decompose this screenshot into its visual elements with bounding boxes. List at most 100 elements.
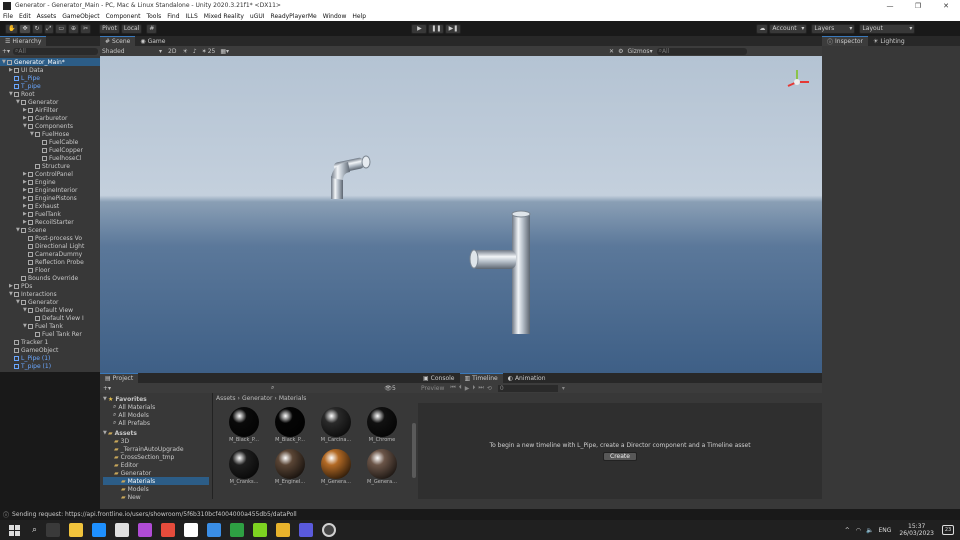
notification-button[interactable]: 23 [942,525,954,535]
taskbar-app-icon[interactable] [253,523,268,537]
audio-toggle-icon[interactable]: ♪ [193,48,197,55]
menu-edit[interactable]: Edit [19,13,31,20]
taskbar-app-icon[interactable] [138,523,153,537]
layers-dropdown[interactable]: Layers ▾ [811,23,856,34]
hierarchy-item[interactable]: ▶ RecoilStarter [0,218,100,226]
hierarchy-item[interactable]: ▼ Interactions [0,290,100,298]
maximize-button[interactable]: ❐ [904,2,932,10]
rotate-tool-icon[interactable]: ↻ [31,23,43,34]
hierarchy-item[interactable]: FuelCable [0,138,100,146]
taskbar-app-icon[interactable] [92,523,107,537]
transform-tool-icon[interactable]: ⊕ [68,23,80,34]
search-icon[interactable]: ⌕ [271,384,274,392]
l-pipe-model[interactable] [331,155,371,199]
hierarchy-item[interactable]: ▶ PDs [0,282,100,290]
material-asset[interactable]: M_Genera... [313,449,359,485]
gizmos-dropdown[interactable]: Gizmos [627,48,649,55]
wifi-icon[interactable]: ◠ [856,527,861,534]
hierarchy-item[interactable]: ▼ Generator_Main* [0,58,100,66]
close-button[interactable]: ✕ [932,2,960,10]
hierarchy-item[interactable]: CameraDummy [0,250,100,258]
taskbar-app-icon[interactable] [276,523,291,537]
hand-tool-icon[interactable]: ✋ [5,23,19,34]
menu-file[interactable]: File [3,13,13,20]
material-asset[interactable]: M_Carcina... [313,407,359,443]
hierarchy-item[interactable]: ▶ Engine [0,178,100,186]
hierarchy-item[interactable]: L_Pipe (1) [0,354,100,362]
hierarchy-item[interactable]: Reflection Probe [0,258,100,266]
scale-tool-icon[interactable]: ⤢ [43,23,55,34]
tab-hierarchy[interactable]: ☰ Hierarchy [0,36,47,46]
hierarchy-item[interactable]: Post-process Vo [0,234,100,242]
add-icon[interactable]: +▾ [2,48,10,55]
next-frame-icon[interactable]: ⏵ [472,384,475,392]
layout-dropdown[interactable]: Layout ▾ [859,23,916,34]
favorites-header[interactable]: ▼ ★ Favorites [103,395,209,403]
account-dropdown[interactable]: Account ▾ [769,23,808,34]
hierarchy-item[interactable]: ▼ Root [0,90,100,98]
tab-console[interactable]: ▣ Console [418,373,460,383]
menu-tools[interactable]: Tools [146,13,161,20]
hierarchy-item[interactable]: ▶ EngineInterior [0,186,100,194]
menu-assets[interactable]: Assets [37,13,57,20]
hierarchy-item[interactable]: ▼ Generator [0,298,100,306]
folder-item[interactable]: ▰ _TerrainAutoUpgrade [103,445,209,453]
taskbar-app-icon[interactable] [115,523,130,537]
hierarchy-item[interactable]: ▼ Fuel Tank [0,322,100,330]
folder-item[interactable]: ▰ New [103,493,209,500]
hierarchy-item[interactable]: L_Pipe [0,74,100,82]
camera-settings-icon[interactable]: ⚙ [618,48,623,55]
hierarchy-item[interactable]: Tracker 1 [0,338,100,346]
custom-tool-icon[interactable]: ✂ [80,23,92,34]
hierarchy-item[interactable]: T_pipe (1) [0,362,100,370]
orientation-gizmo[interactable] [787,70,809,87]
hierarchy-item[interactable]: FuelCopper [0,146,100,154]
tab-animation[interactable]: ◐ Animation [502,373,551,383]
hierarchy-item[interactable]: Structure [0,162,100,170]
material-asset[interactable]: M_Cranks... [221,449,267,485]
breadcrumb-assets[interactable]: Assets [216,395,236,402]
language-indicator[interactable]: ENG [878,527,891,534]
prev-frame-icon[interactable]: ⏴ [459,384,462,392]
grid-toggle-icon[interactable]: ▦▾ [220,48,229,55]
menu-ugui[interactable]: uGUI [250,13,265,20]
material-asset[interactable]: M_EngineI... [267,449,313,485]
last-frame-icon[interactable]: ⏭ [478,384,483,392]
effects-toggle-icon[interactable]: ✶ [202,48,207,55]
hierarchy-item[interactable]: ▶ FuelTank [0,210,100,218]
minimize-button[interactable]: — [876,2,904,10]
taskbar-app-icon[interactable] [207,523,222,537]
folder-item[interactable]: ▰ Generator [103,469,209,477]
shading-dropdown[interactable]: Shaded ▾ [102,48,162,55]
hierarchy-item[interactable]: ▼ Components [0,122,100,130]
lighting-toggle-icon[interactable]: ☀ [182,48,187,55]
scene-viewport[interactable] [100,56,822,373]
project-scrollbar[interactable] [412,423,416,478]
menu-help[interactable]: Help [352,13,366,20]
taskbar-app-icon[interactable] [69,523,84,537]
taskbar-app-icon[interactable] [322,523,337,537]
taskbar-app-icon[interactable] [46,523,61,537]
move-tool-icon[interactable]: ✥ [19,23,31,34]
tab-timeline[interactable]: ▥ Timeline [459,373,503,383]
favorite-item[interactable]: ⌕ All Models [103,411,209,419]
pivot-button[interactable]: Pivot [99,23,120,34]
local-button[interactable]: Local [120,23,143,34]
play-timeline-icon[interactable]: ▶ [465,385,470,392]
toggle-2d[interactable]: 2D [168,48,176,55]
menu-window[interactable]: Window [323,13,347,20]
pause-button[interactable]: ❚❚ [428,23,445,34]
hierarchy-item[interactable]: ▶ Exhaust [0,202,100,210]
taskbar-app-icon[interactable] [230,523,245,537]
frame-field[interactable]: 0 [497,384,558,392]
hierarchy-item[interactable]: ▶ ControlPanel [0,170,100,178]
scene-search-input[interactable]: ⌕ All [656,47,747,55]
eye-icon[interactable]: 👁 [384,385,392,392]
menu-gameobject[interactable]: GameObject [62,13,99,20]
hierarchy-item[interactable]: ▶ AirFilter [0,106,100,114]
hierarchy-item[interactable]: ▶ Carburetor [0,114,100,122]
breadcrumb-generator[interactable]: Generator [242,395,272,402]
assets-header[interactable]: ▼ ▰ Assets [103,429,209,437]
hierarchy-item[interactable]: ▼ Generator [0,98,100,106]
volume-icon[interactable]: 🔈 [866,527,873,534]
